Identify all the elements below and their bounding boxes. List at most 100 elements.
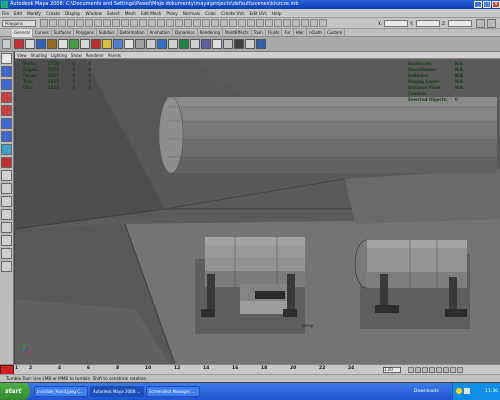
status-line-tool-icon[interactable] (265, 19, 273, 27)
downloads-label[interactable]: Downloads (414, 383, 439, 400)
y-field[interactable] (416, 20, 440, 27)
shelf-tool-icon[interactable] (135, 39, 145, 49)
toolbox-tool-icon[interactable] (1, 157, 12, 168)
shelf-tool-icon[interactable] (234, 39, 244, 49)
toolbox-tool-icon[interactable] (1, 79, 12, 90)
status-line-tool-icon[interactable] (202, 19, 210, 27)
tab-polygons[interactable]: Polygons (74, 29, 97, 37)
toolbox-tool-icon[interactable] (1, 196, 12, 207)
maya-app-icon[interactable] (1, 1, 8, 8)
tab-surfaces[interactable]: Surfaces (52, 29, 74, 37)
shelf-tool-icon[interactable] (36, 39, 46, 49)
menu-item-edit-uvs[interactable]: Edit UVs (249, 11, 267, 16)
toolbox-tool-icon[interactable] (1, 92, 12, 103)
tray-icon[interactable] (456, 388, 462, 394)
toolbox-tool-icon[interactable] (1, 222, 12, 233)
panel-menu-show[interactable]: Show (71, 52, 82, 59)
status-line-tool-icon[interactable] (292, 19, 300, 27)
tab-custom[interactable]: Custom (325, 29, 346, 37)
playback-first-icon[interactable] (408, 367, 414, 373)
channel-box-toggle-icon[interactable] (476, 19, 485, 28)
menu-item-create[interactable]: Create (46, 11, 60, 16)
status-line-tool-icon[interactable] (49, 19, 57, 27)
menu-item-file[interactable]: File (2, 11, 9, 16)
status-line-tool-icon[interactable] (301, 19, 309, 27)
status-line-tool-icon[interactable] (85, 19, 93, 27)
menu-item-create-uvs[interactable]: Create UVs (221, 11, 244, 16)
toolbox-tool-icon[interactable] (1, 235, 12, 246)
status-line-tool-icon[interactable] (247, 19, 255, 27)
tab-general[interactable]: General (12, 29, 33, 37)
tab-hair[interactable]: Hair (294, 29, 307, 37)
menu-item-edit-mesh[interactable]: Edit Mesh (141, 11, 161, 16)
shelf-tool-icon[interactable] (212, 39, 222, 49)
status-line-tool-icon[interactable] (148, 19, 156, 27)
menu-item-modify[interactable]: Modify (27, 11, 41, 16)
shelf-tool-icon[interactable] (190, 39, 200, 49)
minimize-button[interactable]: _ (474, 1, 482, 8)
playback-prev-key-icon[interactable] (415, 367, 421, 373)
status-line-tool-icon[interactable] (130, 19, 138, 27)
status-line-tool-icon[interactable] (157, 19, 165, 27)
shelf-tool-icon[interactable] (245, 39, 255, 49)
status-line-tool-icon[interactable] (238, 19, 246, 27)
panel-menu-panels[interactable]: Panels (108, 52, 121, 59)
shelf-tool-icon[interactable] (223, 39, 233, 49)
shelf-tool-icon[interactable] (201, 39, 211, 49)
menu-item-help[interactable]: Help (272, 11, 282, 16)
status-line-tool-icon[interactable] (184, 19, 192, 27)
panel-menu-lighting[interactable]: Lighting (51, 52, 67, 59)
tab-ncloth[interactable]: nCloth (307, 29, 325, 37)
toolbox-tool-icon[interactable] (1, 105, 12, 116)
panel-menu-view[interactable]: View (17, 52, 27, 59)
shelf-tool-icon[interactable] (256, 39, 266, 49)
status-line-tool-icon[interactable] (211, 19, 219, 27)
tab-rendering[interactable]: Rendering (198, 29, 224, 37)
status-line-tool-icon[interactable] (94, 19, 102, 27)
shelf-tool-icon[interactable] (69, 39, 79, 49)
playback-play-back-icon[interactable] (429, 367, 435, 373)
machine-left[interactable] (195, 237, 305, 334)
shelf-tool-icon[interactable] (113, 39, 123, 49)
shelf-tool-icon[interactable] (124, 39, 134, 49)
status-line-tool-icon[interactable] (139, 19, 147, 27)
shelf-tool-icon[interactable] (25, 39, 35, 49)
status-line-tool-icon[interactable] (220, 19, 228, 27)
shelf-tool-icon[interactable] (146, 39, 156, 49)
shelf-tool-icon[interactable] (91, 39, 101, 49)
tab-toon[interactable]: Toon (252, 29, 266, 37)
status-line-tool-icon[interactable] (166, 19, 174, 27)
shelf-tool-icon[interactable] (168, 39, 178, 49)
close-button[interactable]: × (492, 1, 500, 8)
status-line-tool-icon[interactable] (121, 19, 129, 27)
menu-item-display[interactable]: Display (65, 11, 80, 16)
toolbox-tool-icon[interactable] (1, 209, 12, 220)
shelf-tool-icon[interactable] (47, 39, 57, 49)
taskbar-task[interactable]: Screenshot Manager ... (146, 386, 200, 397)
perspective-viewport[interactable]: View Shading Lighting Show Renderer Panels (15, 52, 500, 364)
status-line-tool-icon[interactable] (229, 19, 237, 27)
status-line-tool-icon[interactable] (319, 19, 327, 27)
menu-item-proxy[interactable]: Proxy (166, 11, 177, 16)
attribute-editor-toggle-icon[interactable] (487, 19, 496, 28)
tab-curves[interactable]: Curves (33, 29, 52, 37)
tank-cylinder[interactable] (158, 96, 497, 174)
playback-prev-icon[interactable] (422, 367, 428, 373)
volume-icon[interactable] (464, 388, 470, 394)
status-line-tool-icon[interactable] (40, 19, 48, 27)
tab-subdivs[interactable]: Subdivs (97, 29, 118, 37)
time-slider[interactable]: 1 2 4 6 8 10 12 14 16 18 20 22 24 1.00 (0, 364, 500, 375)
shelf-tool-icon[interactable] (14, 39, 24, 49)
status-line-tool-icon[interactable] (283, 19, 291, 27)
toolbox-tool-icon[interactable] (1, 66, 12, 77)
tab-deformation[interactable]: Deformation (118, 29, 148, 37)
menu-item-window[interactable]: Window (85, 11, 102, 16)
toolbox-tool-icon[interactable] (1, 118, 12, 129)
menu-item-color[interactable]: Color (205, 11, 216, 16)
taskbar-task[interactable]: Invisible_Hand.jpeg C... (34, 386, 88, 397)
toolbox-tool-icon[interactable] (1, 170, 12, 181)
shelf-tool-icon[interactable] (80, 39, 90, 49)
toolbox-tool-icon[interactable] (1, 53, 12, 64)
playback-last-icon[interactable] (457, 367, 463, 373)
status-line-tool-icon[interactable] (256, 19, 264, 27)
